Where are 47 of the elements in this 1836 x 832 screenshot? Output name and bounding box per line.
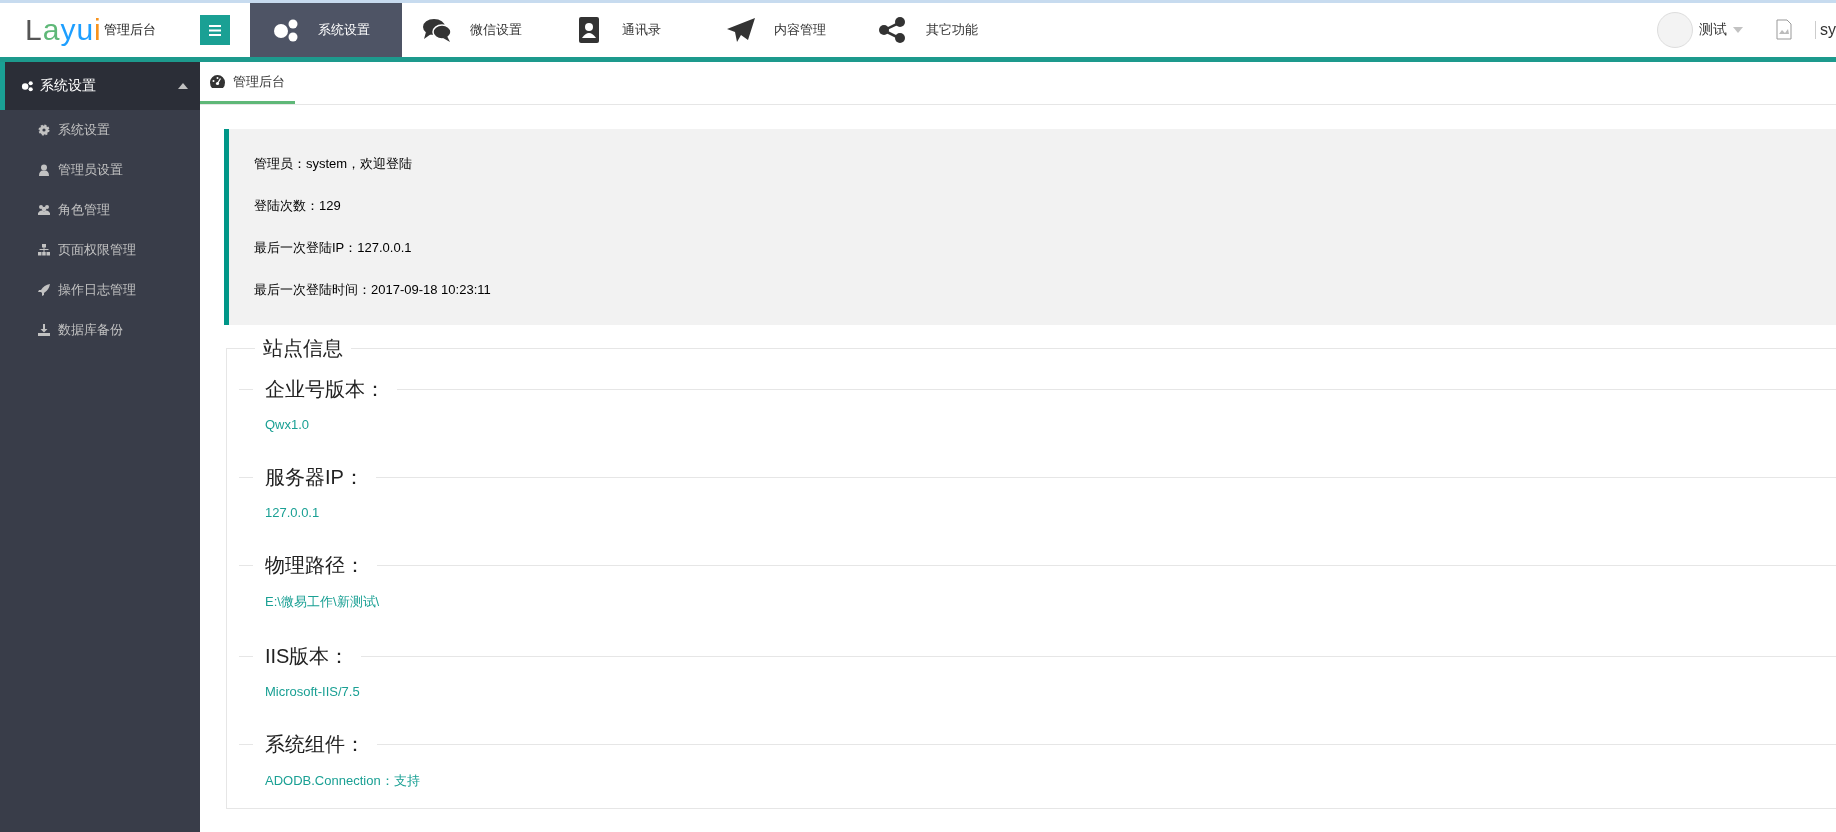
field-label: 企业号版本： <box>264 377 386 402</box>
section-title: 站点信息 <box>262 336 344 361</box>
field-label: IIS版本： <box>264 644 351 669</box>
chat-bubbles-icon <box>422 17 452 43</box>
info-line: 最后一次登陆时间：2017-09-18 10:23:11 <box>254 281 492 299</box>
nav-tab[interactable]: 微信设置 <box>402 3 554 57</box>
brand-logo <box>1657 12 1693 48</box>
user-name: sy <box>1815 21 1836 39</box>
logo-subtitle: 管理后台 <box>103 21 156 39</box>
users-icon <box>38 204 50 216</box>
paper-plane-icon <box>726 17 756 43</box>
sidebar-item[interactable]: 数据库备份 <box>0 310 200 350</box>
menu-icon <box>209 24 221 36</box>
field-value: E:\微易工作\新测试\ <box>265 593 381 611</box>
field-label: 服务器IP： <box>264 465 365 490</box>
rocket-icon <box>38 284 50 296</box>
sidebar-item[interactable]: 系统设置 <box>0 110 200 150</box>
field-label: 物理路径： <box>264 553 366 578</box>
broken-image-icon <box>1773 19 1795 41</box>
nav-tab[interactable]: 其它功能 <box>858 3 1010 57</box>
field-value: Microsoft-IIS/7.5 <box>265 684 361 699</box>
gear-icon <box>38 124 50 136</box>
share-icon <box>878 17 908 43</box>
field-value: ADODB.Connection：支持 <box>265 772 421 790</box>
download-icon <box>38 324 50 336</box>
info-line: 登陆次数：129 <box>254 197 342 215</box>
nav-tab[interactable]: 通讯录 <box>554 3 706 57</box>
user-icon <box>38 164 50 176</box>
field-value: 127.0.0.1 <box>265 505 321 520</box>
logo-text: Layui <box>25 13 102 47</box>
sidebar-item[interactable]: 角色管理 <box>0 190 200 230</box>
nav-tab[interactable]: 系统设置 <box>250 3 402 57</box>
dashboard-icon <box>210 75 225 88</box>
sidebar-group[interactable]: 系统设置 <box>0 62 200 110</box>
sitemap-icon <box>38 244 50 256</box>
info-line: 管理员：system，欢迎登陆 <box>254 155 414 173</box>
nav-tab[interactable]: 内容管理 <box>706 3 858 57</box>
caret-icon <box>1733 27 1743 33</box>
user-menu[interactable]: 测试 <box>1699 21 1743 39</box>
menu-toggle-button[interactable] <box>200 15 230 45</box>
sidebar-item[interactable]: 页面权限管理 <box>0 230 200 270</box>
info-line: 最后一次登陆IP：127.0.0.1 <box>254 239 413 257</box>
field-value: Qwx1.0 <box>265 417 311 432</box>
sidebar-item[interactable]: 操作日志管理 <box>0 270 200 310</box>
page-tab[interactable]: 管理后台 <box>200 62 295 104</box>
field-label: 系统组件： <box>264 732 366 757</box>
sidebar-item[interactable]: 管理员设置 <box>0 150 200 190</box>
